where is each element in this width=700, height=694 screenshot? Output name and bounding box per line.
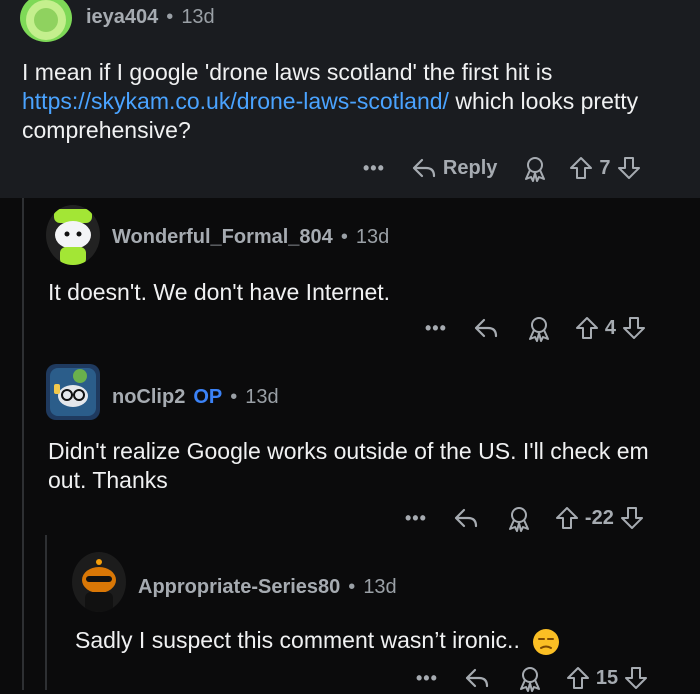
avatar[interactable]: [72, 552, 126, 612]
award-button[interactable]: [525, 314, 553, 342]
reply-label: Reply: [442, 156, 498, 179]
avatar[interactable]: [46, 205, 100, 265]
reply-button[interactable]: [464, 666, 490, 690]
upvote-arrow-icon: [566, 667, 589, 689]
thread-line[interactable]: [45, 535, 47, 690]
snoo-avatar-icon: [82, 559, 116, 612]
username[interactable]: Wonderful_Formal_804: [112, 226, 333, 248]
username[interactable]: Appropriate-Series80: [138, 576, 340, 598]
downvote-arrow-icon: [623, 317, 646, 339]
comment-body: It doesn't. We don't have Internet.: [48, 279, 391, 305]
more-options-button[interactable]: •••: [416, 668, 438, 689]
upvote-button[interactable]: [555, 505, 579, 531]
username[interactable]: ieya404: [86, 6, 158, 28]
vote-score: 4: [604, 316, 617, 339]
award-button[interactable]: [505, 504, 533, 532]
separator: •: [340, 226, 348, 248]
upvote-arrow-icon: [570, 157, 593, 179]
separator: •: [230, 386, 238, 408]
thread-line[interactable]: [22, 198, 24, 690]
comment-meta: ieya404 • 13d: [86, 6, 215, 29]
username[interactable]: noClip2: [112, 386, 185, 408]
avatar[interactable]: [46, 364, 100, 420]
vote-score: -22: [584, 506, 614, 529]
snoo-avatar-icon: [54, 209, 92, 265]
snoo-avatar-icon: [50, 368, 96, 416]
award-icon: [528, 317, 549, 342]
op-badge: OP: [193, 386, 223, 408]
reply-arrow-icon: [474, 318, 498, 338]
downvote-button[interactable]: [617, 155, 641, 181]
award-button[interactable]: [521, 154, 549, 182]
upvote-arrow-icon: [555, 507, 578, 529]
comment-link[interactable]: https://skykam.co.uk/drone-laws-scotland…: [22, 88, 449, 114]
downvote-button[interactable]: [624, 665, 648, 691]
more-options-button[interactable]: •••: [405, 508, 427, 529]
comment-age: 13d: [355, 226, 390, 248]
more-options-button[interactable]: •••: [425, 318, 447, 339]
award-icon: [519, 667, 540, 692]
comment-text: Sadly I suspect this comment wasn’t iron…: [75, 627, 520, 653]
comment-age: 13d: [181, 6, 215, 28]
downvote-arrow-icon: [625, 667, 648, 689]
reply-button[interactable]: [453, 506, 479, 530]
comment-body: I mean if I google 'drone laws scotland'…: [22, 58, 672, 145]
separator: •: [166, 6, 174, 28]
comment-meta: Appropriate-Series80 • 13d: [138, 576, 397, 599]
comment-body: Sadly I suspect this comment wasn’t iron…: [75, 626, 675, 656]
reply-arrow-icon: [465, 668, 489, 688]
comment-body: Didn't realize Google works outside of t…: [48, 438, 649, 493]
comment-meta: Wonderful_Formal_804 • 13d: [112, 226, 389, 249]
reply-arrow-icon: [412, 158, 436, 178]
upvote-button[interactable]: [566, 665, 590, 691]
downvote-arrow-icon: [617, 157, 640, 179]
comment-age: 13d: [363, 576, 397, 598]
award-icon: [525, 157, 546, 182]
reply-button[interactable]: Reply: [411, 156, 497, 180]
comment-actions: ••• -22: [405, 502, 644, 534]
vote-score: 7: [599, 156, 611, 179]
downvote-button[interactable]: [620, 505, 644, 531]
separator: •: [348, 576, 356, 598]
comment-meta: noClip2 OP • 13d: [112, 386, 279, 409]
upvote-button[interactable]: [575, 315, 599, 341]
comment-actions: ••• 4: [425, 312, 646, 344]
reply-button[interactable]: [473, 316, 499, 340]
upvote-arrow-icon: [575, 317, 598, 339]
downvote-button[interactable]: [622, 315, 646, 341]
award-icon: [508, 507, 529, 532]
more-options-button[interactable]: •••: [363, 158, 385, 179]
downvote-arrow-icon: [620, 507, 643, 529]
unamused-emoji-icon: [532, 628, 560, 656]
comment-actions: ••• Reply 7: [363, 152, 641, 184]
comment-text: I mean if I google 'drone laws scotland'…: [22, 59, 553, 85]
upvote-button[interactable]: [569, 155, 593, 181]
award-button[interactable]: [516, 664, 544, 692]
reply-arrow-icon: [454, 508, 478, 528]
vote-score: 15: [595, 666, 619, 689]
comment-age: 13d: [245, 386, 279, 408]
comment-actions: ••• 15: [416, 662, 648, 694]
